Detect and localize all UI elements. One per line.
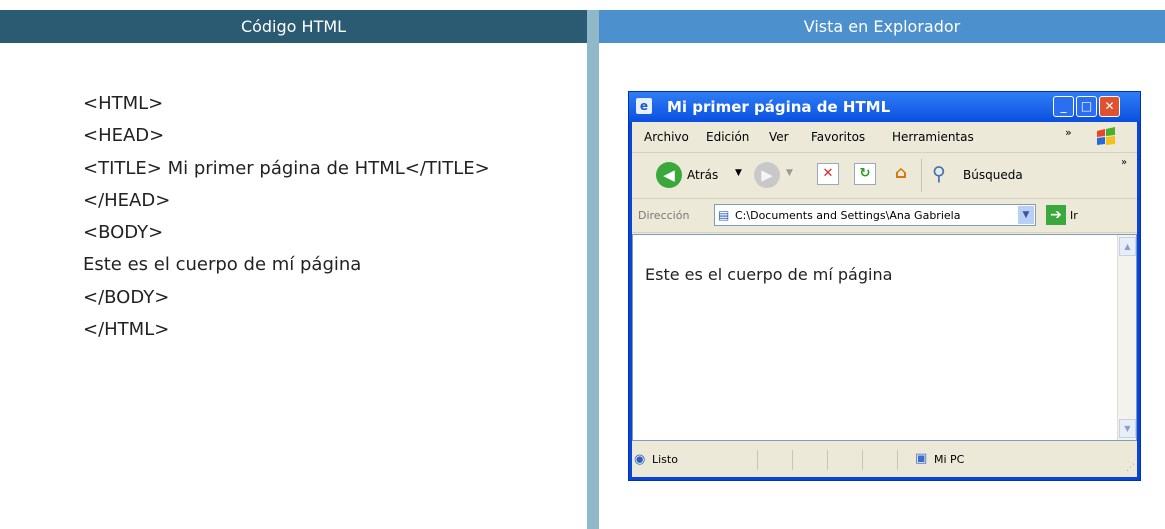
minimize-button[interactable]: _ — [1053, 96, 1074, 117]
menu-archivo[interactable]: Archivo — [644, 130, 689, 144]
browser-title-bar[interactable]: e Mi primer página de HTML _ □ ✕ — [629, 92, 1140, 122]
address-value[interactable]: C:\Documents and Settings\Ana Gabriela — [735, 209, 1010, 222]
my-computer-icon: ▣ — [915, 451, 928, 466]
code-line: <BODY> — [83, 222, 164, 244]
back-button-label[interactable]: Atrás — [687, 168, 718, 182]
menu-ver[interactable]: Ver — [769, 130, 789, 144]
address-input[interactable]: ▤ C:\Documents and Settings\Ana Gabriela… — [714, 204, 1036, 226]
menu-overflow-chevron-icon[interactable]: » — [1065, 126, 1072, 139]
code-column-title: Código HTML — [240, 17, 347, 36]
resize-grip-icon[interactable]: ⋰ — [1126, 463, 1135, 473]
browser-window-title: Mi primer página de HTML — [667, 98, 891, 116]
go-button-label[interactable]: Ir — [1070, 209, 1078, 222]
menu-herramientas[interactable]: Herramientas — [892, 130, 974, 144]
go-arrow-icon[interactable]: ➔ — [1046, 205, 1066, 225]
maximize-button[interactable]: □ — [1076, 96, 1097, 117]
code-line: </HEAD> — [83, 189, 171, 211]
code-line: Este es el cuerpo de mí página — [83, 254, 362, 276]
code-line: </BODY> — [83, 286, 170, 308]
close-button[interactable]: ✕ — [1099, 96, 1120, 117]
browser-chrome: Archivo Edición Ver Favoritos Herramient… — [632, 122, 1137, 477]
refresh-icon[interactable]: ↻ — [854, 163, 876, 185]
address-label: Dirección — [638, 209, 690, 222]
browser-window: e Mi primer página de HTML _ □ ✕ Archivo… — [628, 91, 1141, 481]
address-bar: Dirección ▤ C:\Documents and Settings\An… — [632, 199, 1137, 233]
windows-flag-icon — [1097, 127, 1115, 145]
code-line: </HTML> — [83, 319, 170, 341]
scroll-up-icon[interactable]: ▲ — [1119, 237, 1136, 256]
forward-arrow-icon[interactable]: ▶ — [754, 162, 780, 188]
html-code-listing: <HTML> <HEAD> <TITLE> Mi primer página d… — [83, 88, 490, 346]
standard-toolbar: ◀ Atrás ▼ ▶ ▼ ✕ ↻ ⌂ ⚲ Búsqueda » — [632, 153, 1137, 199]
status-separator — [757, 450, 758, 470]
back-dropdown-icon[interactable]: ▼ — [735, 168, 742, 178]
status-separator — [862, 450, 863, 470]
menu-edicion[interactable]: Edición — [706, 130, 749, 144]
page-content-area: Este es el cuerpo de mí página ▲ ▼ — [632, 234, 1137, 441]
toolbar-overflow-chevron-icon[interactable]: » — [1121, 157, 1127, 168]
toolbar-separator — [921, 159, 922, 192]
security-zone-text: Mi PC — [934, 453, 965, 466]
code-line: <TITLE> Mi primer página de HTML</TITLE> — [83, 157, 490, 179]
stop-icon[interactable]: ✕ — [817, 163, 839, 185]
status-separator — [827, 450, 828, 470]
home-icon[interactable]: ⌂ — [890, 163, 912, 185]
code-column-header: Código HTML — [0, 10, 587, 43]
forward-dropdown-icon[interactable]: ▼ — [786, 168, 793, 178]
back-arrow-icon[interactable]: ◀ — [656, 162, 682, 188]
scroll-down-icon[interactable]: ▼ — [1119, 419, 1136, 438]
code-line: <HEAD> — [83, 125, 165, 147]
search-icon[interactable]: ⚲ — [932, 163, 946, 185]
page-icon: ▤ — [718, 208, 730, 222]
vertical-scrollbar[interactable]: ▲ ▼ — [1117, 235, 1136, 440]
code-line: <HTML> — [83, 93, 164, 114]
status-text: Listo — [652, 453, 678, 466]
search-button-label[interactable]: Búsqueda — [963, 168, 1023, 182]
browser-column-header: Vista en Explorador — [599, 10, 1165, 43]
menu-favoritos[interactable]: Favoritos — [811, 130, 865, 144]
menu-bar: Archivo Edición Ver Favoritos Herramient… — [632, 122, 1137, 153]
status-separator — [897, 450, 898, 470]
status-separator — [792, 450, 793, 470]
ie-logo-icon: e — [636, 98, 652, 114]
page-body-text: Este es el cuerpo de mí página — [645, 265, 893, 284]
status-bar: ◉ Listo ▣ Mi PC ⋰ — [632, 442, 1137, 477]
column-divider — [587, 10, 599, 529]
address-dropdown-icon[interactable]: ▼ — [1018, 206, 1034, 224]
browser-column-title: Vista en Explorador — [803, 17, 961, 36]
ie-page-status-icon: ◉ — [634, 452, 646, 467]
